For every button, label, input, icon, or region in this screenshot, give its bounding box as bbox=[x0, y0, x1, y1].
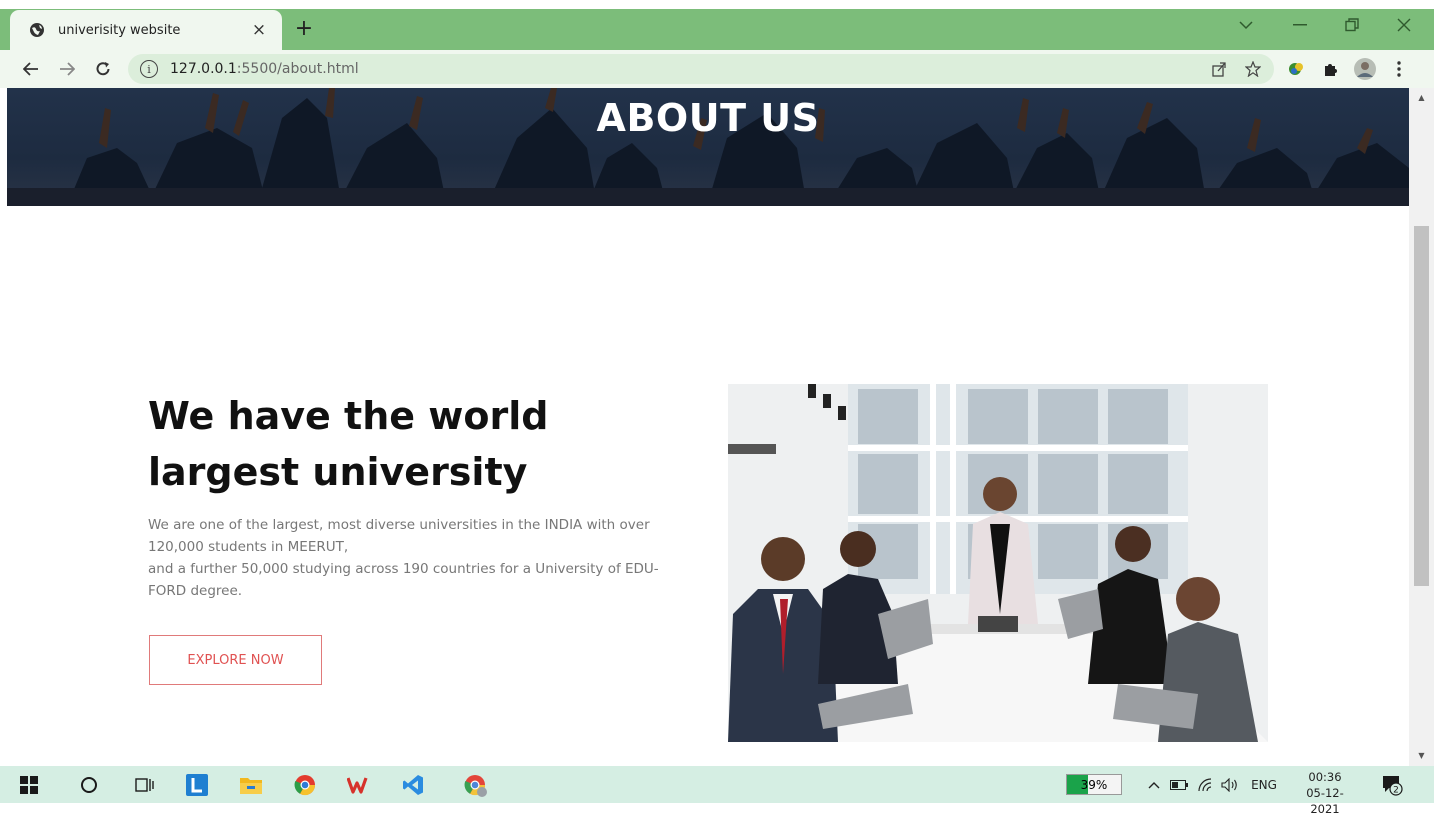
tab-title: univerisity website bbox=[58, 22, 181, 38]
browser-tab[interactable]: univerisity website × bbox=[10, 10, 282, 50]
globe-icon bbox=[28, 21, 46, 39]
extension-colorful-icon[interactable] bbox=[1284, 57, 1310, 81]
battery-percent: 39% bbox=[1080, 777, 1108, 792]
tab-close-icon[interactable]: × bbox=[248, 19, 270, 41]
reload-icon[interactable] bbox=[90, 57, 116, 81]
address-bar[interactable]: i 127.0.0.1:5500/about.html bbox=[128, 54, 1274, 84]
windows-start-icon[interactable] bbox=[12, 770, 46, 800]
page-viewport: ABOUT US We have the world largest unive… bbox=[0, 88, 1434, 766]
chrome-icon[interactable] bbox=[288, 770, 322, 800]
close-window-icon[interactable] bbox=[1384, 12, 1424, 38]
volume-icon[interactable] bbox=[1218, 774, 1242, 796]
restore-icon[interactable] bbox=[1332, 12, 1372, 38]
forward-icon[interactable] bbox=[54, 57, 80, 81]
tab-search-chevron-icon[interactable] bbox=[1226, 12, 1266, 38]
about-heading: We have the world largest university bbox=[148, 394, 549, 494]
page-scrollbar[interactable]: ▲ ▼ bbox=[1409, 88, 1434, 766]
about-paragraph-line1: We are one of the largest, most diverse … bbox=[148, 517, 650, 555]
clock-time: 00:36 bbox=[1308, 770, 1342, 784]
tray-overflow-chevron-icon[interactable] bbox=[1144, 774, 1164, 796]
clock-date: 05-12-2021 bbox=[1306, 786, 1344, 816]
url-path: :5500/about.html bbox=[236, 61, 359, 77]
system-clock[interactable]: 00:36 05-12-2021 bbox=[1292, 769, 1358, 817]
wps-office-icon[interactable] bbox=[342, 770, 376, 800]
about-paragraph-line2: and a further 50,000 studying across 190… bbox=[148, 561, 659, 599]
app-l-icon[interactable] bbox=[180, 770, 214, 800]
back-icon[interactable] bbox=[18, 57, 44, 81]
url-host: 127.0.0.1 bbox=[170, 61, 237, 77]
scroll-up-arrow-icon[interactable]: ▲ bbox=[1409, 90, 1434, 104]
browser-menu-icon[interactable] bbox=[1386, 57, 1412, 81]
window-top-edge bbox=[0, 0, 1434, 9]
about-hero-banner: ABOUT US bbox=[7, 88, 1409, 206]
chrome-active-icon[interactable] bbox=[458, 770, 492, 800]
vscode-icon[interactable] bbox=[396, 770, 430, 800]
search-circle-icon[interactable] bbox=[72, 770, 106, 800]
bookmark-star-icon[interactable] bbox=[1240, 57, 1266, 81]
file-explorer-icon[interactable] bbox=[234, 770, 268, 800]
task-view-icon[interactable] bbox=[128, 770, 162, 800]
url-text: 127.0.0.1:5500/about.html bbox=[170, 61, 359, 77]
extensions-puzzle-icon[interactable] bbox=[1318, 57, 1344, 81]
wifi-icon[interactable] bbox=[1194, 774, 1216, 796]
browser-tab-strip: univerisity website × + bbox=[0, 0, 1434, 50]
language-indicator[interactable]: ENG bbox=[1246, 774, 1282, 796]
notification-center-icon[interactable]: 2 bbox=[1378, 772, 1406, 798]
battery-indicator[interactable]: 39% bbox=[1066, 774, 1122, 795]
site-info-icon[interactable]: i bbox=[140, 60, 158, 78]
explore-now-button[interactable]: EXPLORE NOW bbox=[149, 635, 322, 685]
minimize-icon[interactable] bbox=[1280, 12, 1320, 38]
profile-avatar[interactable] bbox=[1352, 57, 1378, 81]
browser-toolbar: i 127.0.0.1:5500/about.html bbox=[0, 50, 1434, 88]
hero-title: ABOUT US bbox=[596, 96, 820, 140]
scrollbar-thumb[interactable] bbox=[1414, 226, 1429, 586]
about-paragraph: We are one of the largest, most diverse … bbox=[148, 514, 688, 602]
new-tab-button[interactable]: + bbox=[290, 14, 318, 42]
notification-count: 2 bbox=[1393, 786, 1399, 796]
scroll-down-arrow-icon[interactable]: ▼ bbox=[1409, 748, 1434, 762]
meeting-room-photo bbox=[728, 384, 1268, 742]
about-text-block: We have the world largest university We … bbox=[148, 388, 688, 602]
battery-tray-icon[interactable] bbox=[1168, 774, 1190, 796]
windows-taskbar: 39% ENG 00:36 05-12-2021 2 bbox=[0, 766, 1434, 816]
share-icon[interactable] bbox=[1206, 57, 1232, 81]
